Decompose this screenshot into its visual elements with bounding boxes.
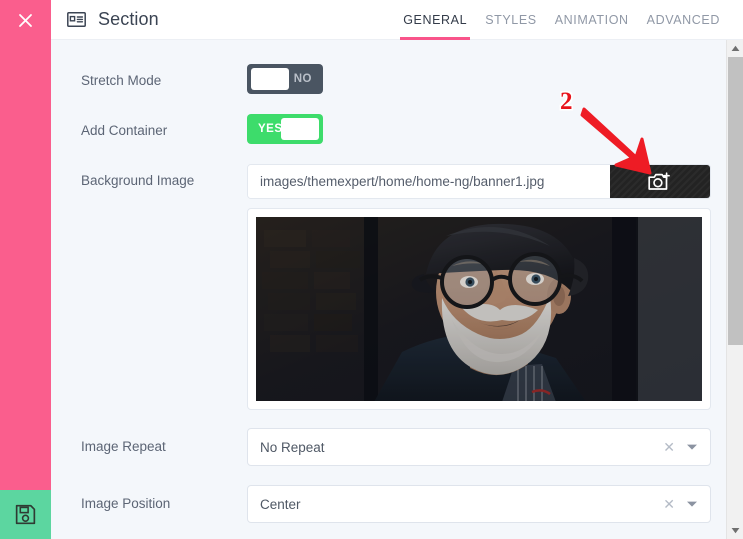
image-repeat-label: Image Repeat: [81, 428, 247, 456]
background-image-label: Background Image: [81, 164, 247, 190]
panel-header-left: Section: [67, 9, 159, 30]
image-position-value: Center: [260, 497, 654, 512]
add-container-label: Add Container: [81, 114, 247, 140]
background-image-input-group: [247, 164, 711, 199]
chevron-down-icon[interactable]: [684, 443, 698, 451]
image-position-control: Center ✕: [247, 485, 715, 523]
caret-down-icon[interactable]: [727, 522, 743, 539]
editor-panel: Section GENERAL STYLES ANIMATION ADVANCE…: [0, 0, 743, 539]
left-rail: [0, 0, 51, 539]
chevron-down-icon[interactable]: [684, 500, 698, 508]
image-position-label: Image Position: [81, 485, 247, 513]
preview-control: [247, 208, 715, 410]
stretch-mode-toggle[interactable]: NO: [247, 64, 323, 94]
add-container-control: YES: [247, 114, 715, 144]
toggle-knob: [251, 68, 289, 90]
toggle-knob: [281, 118, 319, 140]
camera-add-icon: [647, 171, 673, 193]
field-image-preview: [51, 208, 715, 410]
background-image-input[interactable]: [248, 165, 610, 198]
image-repeat-value: No Repeat: [260, 440, 654, 455]
scrollbar-track[interactable]: [727, 57, 743, 522]
page-title: Section: [98, 9, 159, 30]
camera-upload-button[interactable]: [610, 165, 710, 198]
image-repeat-control: No Repeat ✕: [247, 428, 715, 466]
settings-panel: Section GENERAL STYLES ANIMATION ADVANCE…: [51, 0, 743, 539]
stretch-mode-control: NO: [247, 64, 715, 94]
background-image-control: [247, 164, 715, 199]
stretch-mode-label: Stretch Mode: [81, 64, 247, 90]
preview-photo: [256, 217, 702, 401]
field-background-image: Background Image: [51, 164, 715, 199]
save-button[interactable]: [0, 490, 51, 539]
add-container-toggle-label: YES: [258, 123, 283, 135]
floppy-disk-save-icon: [13, 502, 38, 527]
scrollbar-thumb[interactable]: [728, 57, 743, 345]
stretch-mode-toggle-label: NO: [294, 73, 312, 85]
close-small-icon[interactable]: ✕: [654, 497, 684, 511]
panel-header: Section GENERAL STYLES ANIMATION ADVANCE…: [51, 0, 743, 40]
field-add-container: Add Container YES: [51, 114, 715, 144]
close-icon: [17, 12, 34, 29]
field-image-repeat: Image Repeat No Repeat ✕: [51, 428, 715, 466]
settings-form: Stretch Mode NO Add Container YES: [51, 40, 743, 539]
tab-bar: GENERAL STYLES ANIMATION ADVANCED: [394, 0, 743, 40]
preview-spacer-label: [81, 208, 247, 214]
vertical-scrollbar[interactable]: [726, 40, 743, 539]
tab-styles[interactable]: STYLES: [476, 0, 546, 40]
add-container-toggle[interactable]: YES: [247, 114, 323, 144]
image-position-select[interactable]: Center ✕: [247, 485, 711, 523]
tab-animation[interactable]: ANIMATION: [546, 0, 638, 40]
close-small-icon[interactable]: ✕: [654, 440, 684, 454]
caret-up-icon[interactable]: [727, 40, 743, 57]
field-stretch-mode: Stretch Mode NO: [51, 64, 715, 94]
tab-advanced[interactable]: ADVANCED: [638, 0, 729, 40]
tab-general[interactable]: GENERAL: [394, 0, 476, 40]
preview-photo-illustration: [256, 217, 702, 401]
image-repeat-select[interactable]: No Repeat ✕: [247, 428, 711, 466]
section-card-icon: [67, 12, 86, 27]
close-panel-button[interactable]: [0, 0, 51, 40]
field-image-position: Image Position Center ✕: [51, 485, 715, 523]
background-image-preview[interactable]: [247, 208, 711, 410]
